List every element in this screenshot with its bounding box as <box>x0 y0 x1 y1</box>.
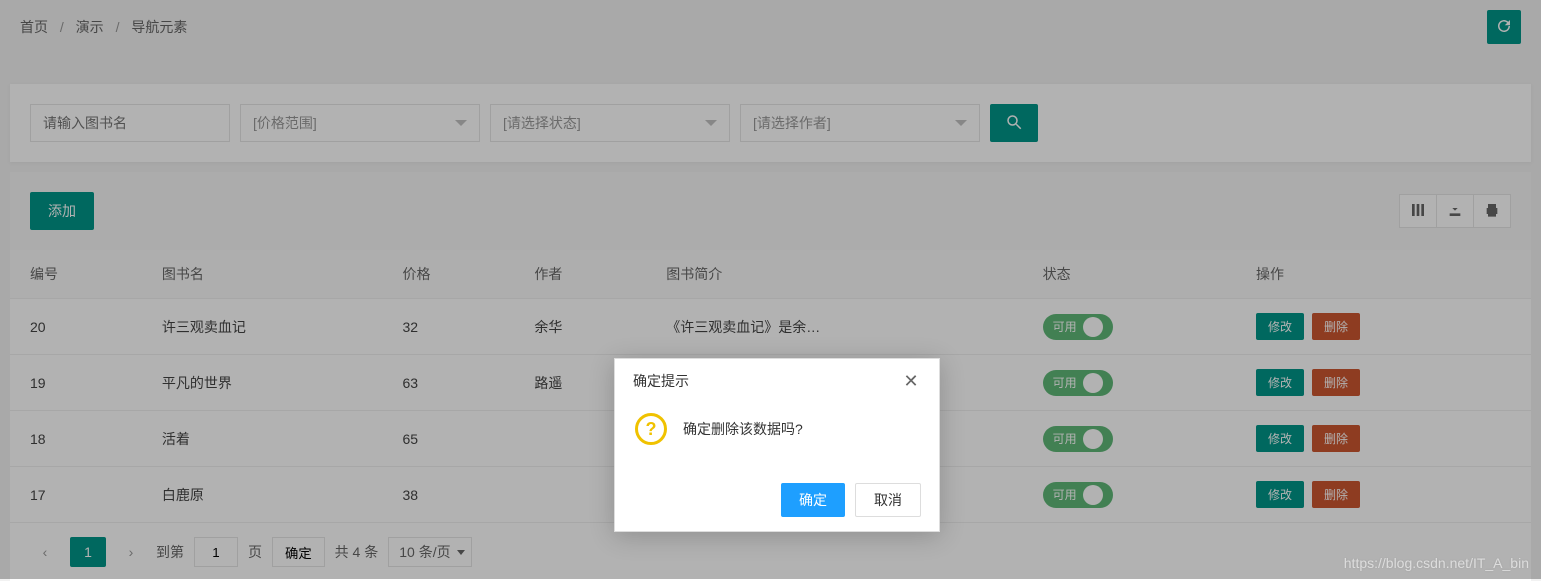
close-button[interactable]: ✕ <box>901 371 921 391</box>
dialog-header: 确定提示 ✕ <box>615 359 939 403</box>
question-icon: ? <box>635 413 667 445</box>
dialog-title: 确定提示 <box>633 371 689 391</box>
close-icon: ✕ <box>903 371 918 392</box>
dialog-body: ? 确定删除该数据吗? <box>615 403 939 469</box>
confirm-button[interactable]: 确定 <box>781 483 845 517</box>
dialog-footer: 确定 取消 <box>615 469 939 531</box>
watermark: https://blog.csdn.net/IT_A_bin <box>1344 555 1529 571</box>
confirm-dialog: 确定提示 ✕ ? 确定删除该数据吗? 确定 取消 <box>614 358 940 532</box>
cancel-button[interactable]: 取消 <box>855 483 921 517</box>
dialog-message: 确定删除该数据吗? <box>683 419 803 439</box>
